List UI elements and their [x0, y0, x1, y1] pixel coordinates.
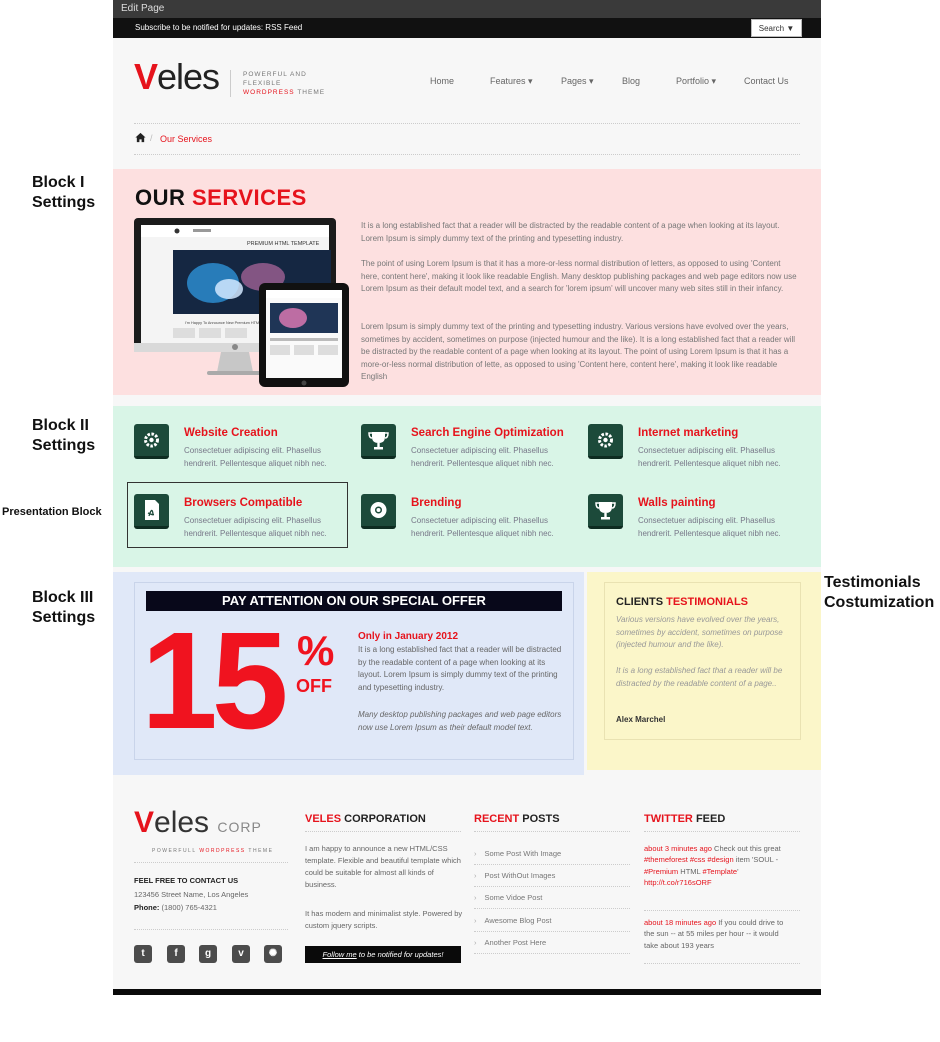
nav-home[interactable]: Home: [430, 76, 454, 86]
breadcrumb-separator: /: [150, 133, 153, 143]
gear-icon: [588, 424, 623, 459]
divider: [474, 931, 630, 932]
feature-text: Consectetuer adipiscing elit. Phasellus h…: [184, 516, 327, 538]
feature-text: Consectetuer adipiscing elit. Phasellus h…: [411, 446, 554, 468]
testimonial-quote-1: Various versions have evolved over the y…: [616, 615, 783, 650]
follow-me-link[interactable]: Follow me to be notified for updates!: [305, 946, 461, 963]
services-paragraph-2: The point of using Lorem Ipsum is that i…: [361, 259, 797, 294]
testimonial-quote-2: It is a long established fact that a rea…: [616, 666, 783, 688]
vimeo-icon[interactable]: v: [232, 945, 250, 963]
pdf-icon: [134, 494, 169, 529]
gear-icon: [134, 424, 169, 459]
site-tagline: POWERFUL AND FLEXIBLE WORDPRESS THEME: [230, 70, 340, 97]
nav-contact[interactable]: Contact Us: [744, 76, 789, 86]
google-icon[interactable]: g: [199, 945, 217, 963]
bottom-bar: [113, 989, 821, 995]
block3-label: Block III Settings: [32, 589, 96, 626]
twitter-feed-heading: TWITTER FEED: [644, 813, 726, 825]
offer-text: It is a long established fact that a rea…: [358, 645, 562, 692]
divider: [134, 929, 288, 930]
block1-label: Block I Settings: [32, 174, 96, 211]
feature-text: Consectetuer adipiscing elit. Phasellus h…: [184, 446, 327, 468]
presentation-block-label: Presentation Block: [2, 506, 102, 518]
site-logo[interactable]: Veles: [134, 56, 220, 98]
subscribe-bar: Subscribe to be notified for updates: RS…: [113, 18, 821, 38]
chrome-icon: [361, 494, 396, 529]
corporation-text-1: I am happy to announce a new HTML/CSS te…: [305, 844, 461, 889]
breadcrumb-current: Our Services: [160, 134, 213, 144]
edit-page-bar[interactable]: Edit Page: [113, 0, 821, 18]
discount-number: 15: [141, 604, 288, 758]
nav-portfolio[interactable]: Portfolio ▾: [676, 76, 716, 87]
breadcrumb: [134, 123, 800, 155]
feature-title-internet-marketing[interactable]: Internet marketing: [638, 427, 738, 439]
feature-title-browsers-compatible[interactable]: Browsers Compatible: [184, 497, 302, 509]
feature-text: Consectetuer adipiscing elit. Phasellus h…: [638, 516, 781, 538]
devices-image: PREMIUM HTML TEMPLATE I'm Happy To Annou…: [134, 218, 349, 387]
feature-text: Consectetuer adipiscing elit. Phasellus h…: [411, 516, 554, 538]
feature-title-walls-painting[interactable]: Walls painting: [638, 497, 716, 509]
nav-blog[interactable]: Blog: [622, 76, 640, 86]
offer-note: Many desktop publishing packages and web…: [358, 710, 562, 732]
feature-title-brending[interactable]: Brending: [411, 497, 461, 509]
corporation-text-2: It has modern and minimalist style. Powe…: [305, 909, 463, 930]
footer-logo[interactable]: Veles CORP: [134, 806, 262, 840]
footer-tagline: POWERFULL WORDPRESS THEME: [152, 848, 274, 854]
services-paragraph-3: Lorem Ipsum is simply dummy text of the …: [361, 322, 795, 382]
divider: [474, 831, 630, 832]
trophy-icon: [361, 424, 396, 459]
dribbble-icon[interactable]: ✺: [264, 945, 282, 963]
nav-features[interactable]: Features ▾: [490, 76, 533, 87]
divider: [474, 953, 630, 954]
recent-posts-heading: RECENT POSTS: [474, 813, 560, 825]
mock-header-text: PREMIUM HTML TEMPLATE: [247, 241, 320, 247]
divider: [644, 831, 800, 832]
recent-post-link[interactable]: › Some Vidoe Post: [474, 893, 599, 902]
twitter-icon[interactable]: t: [134, 945, 152, 963]
offer-date: Only in January 2012: [358, 631, 459, 642]
recent-post-link[interactable]: › Another Post Here: [474, 938, 599, 947]
divider: [134, 862, 288, 863]
corporation-heading: VELES CORPORATION: [305, 813, 426, 825]
recent-post-link[interactable]: › Some Post With Image: [474, 849, 599, 858]
nav-pages[interactable]: Pages ▾: [561, 76, 594, 87]
feature-title-website-creation[interactable]: Website Creation: [184, 427, 278, 439]
contact-address: 123456 Street Name, Los Angeles: [134, 890, 249, 899]
recent-post-link[interactable]: › Post WithOut Images: [474, 871, 599, 880]
trophy-icon: [588, 494, 623, 529]
testimonials-title: CLIENTS TESTIMONIALS: [616, 596, 749, 608]
home-icon[interactable]: [135, 132, 146, 143]
block2-label: Block II Settings: [32, 417, 96, 454]
testimonial-author: Alex Marchel: [616, 715, 666, 724]
services-paragraph-1: It is a long established fact that a rea…: [361, 221, 780, 243]
feature-title-seo[interactable]: Search Engine Optimization: [411, 427, 564, 439]
divider: [644, 963, 800, 964]
divider: [644, 910, 800, 911]
testimonials-label: Testimonials Costumization: [824, 574, 935, 611]
search-button[interactable]: Search ▼: [751, 19, 802, 37]
recent-post-link[interactable]: › Awesome Blog Post: [474, 916, 599, 925]
feature-text: Consectetuer adipiscing elit. Phasellus h…: [638, 446, 781, 468]
services-title: OUR SERVICES: [135, 185, 307, 210]
discount-off: OFF: [296, 676, 332, 696]
divider: [305, 831, 461, 832]
facebook-icon[interactable]: f: [167, 945, 185, 963]
divider: [474, 864, 630, 865]
divider: [474, 908, 630, 909]
tweet-2: about 18 minutes ago If you could drive …: [644, 918, 784, 950]
contact-heading: FEEL FREE TO CONTACT US: [134, 876, 239, 885]
contact-phone: Phone: (1800) 765-4321: [134, 903, 217, 912]
discount-percent: %: [297, 627, 335, 674]
tweet-1: about 3 minutes ago Check out this great…: [644, 844, 781, 888]
divider: [474, 886, 630, 887]
